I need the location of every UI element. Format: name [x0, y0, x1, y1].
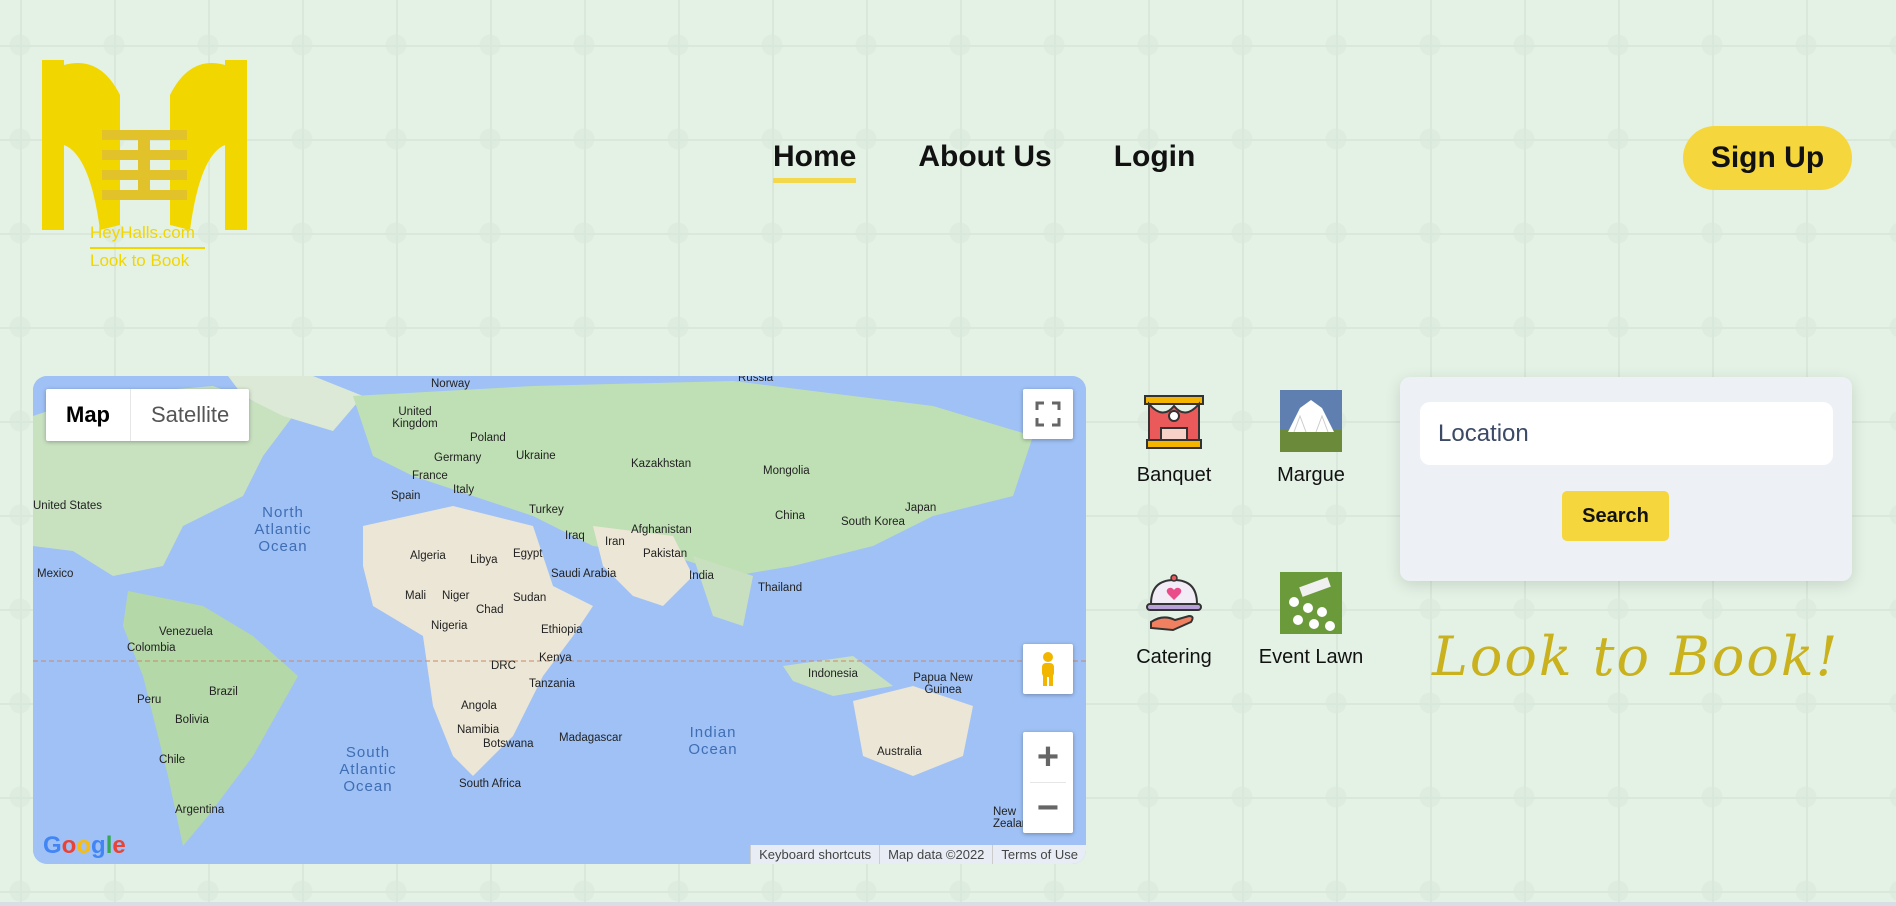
category-label: Banquet	[1136, 464, 1212, 486]
map-data-text: Map data ©2022	[879, 845, 992, 864]
map-label: Iran	[605, 536, 625, 548]
bottom-scrollbar[interactable]	[0, 902, 1896, 906]
map-label: South Korea	[841, 516, 905, 528]
map-label: Pakistan	[643, 548, 688, 560]
map-label: India	[689, 570, 714, 582]
map-label: Chad	[476, 604, 504, 616]
map-label: Japan	[905, 502, 937, 514]
category-label: Margue	[1277, 464, 1345, 486]
map-label: Bolivia	[175, 714, 209, 726]
map-label: Kazakhstan	[631, 458, 692, 470]
map-type-satellite-button[interactable]: Satellite	[131, 389, 249, 441]
map-label: Mexico	[37, 568, 74, 580]
map-label: Colombia	[127, 642, 176, 654]
map-label: Chile	[159, 754, 186, 766]
map-label: Ukraine	[516, 450, 556, 462]
ocean-label: South Atlantic Ocean	[339, 744, 397, 795]
banquet-icon	[1143, 390, 1205, 452]
map-attribution: Keyboard shortcuts Map data ©2022 Terms …	[750, 845, 1086, 864]
nav-home[interactable]: Home	[773, 140, 857, 183]
marquee-tent-icon	[1280, 390, 1342, 452]
map-label: Angola	[461, 700, 497, 712]
map-label: Egypt	[513, 548, 543, 560]
google-logo: Google	[43, 832, 126, 859]
map-label: Argentina	[175, 804, 225, 816]
map-label: Afghanistan	[631, 524, 692, 536]
map-label: Papua New Guinea	[913, 672, 973, 696]
map-label: Ethiopia	[541, 624, 583, 636]
map-label: United Kingdom	[392, 406, 438, 430]
map-label: Brazil	[209, 686, 238, 698]
map-label: Russia	[738, 376, 774, 384]
tagline: Look to Book!	[1432, 625, 1840, 688]
logo-divider	[90, 247, 205, 249]
map-label: Mali	[405, 590, 427, 602]
map-label: Spain	[391, 490, 421, 502]
map-label: Australia	[877, 746, 922, 758]
map-label: South Africa	[459, 778, 522, 790]
category-banquet[interactable]: Banquet	[1119, 390, 1229, 487]
catering-icon	[1143, 572, 1205, 634]
map-label: Italy	[453, 484, 475, 496]
logo-site-name: HeyHalls.com	[90, 223, 195, 242]
map-label: France	[412, 470, 448, 482]
google-map[interactable]: Russia Norway United Kingdom Poland Germ…	[33, 376, 1086, 864]
street-view-pegman-icon[interactable]	[1023, 644, 1073, 694]
category-event-lawn[interactable]: Event Lawn	[1256, 572, 1366, 669]
map-label: Madagascar	[559, 732, 623, 744]
fullscreen-icon[interactable]	[1023, 389, 1073, 439]
map-label: Germany	[434, 452, 482, 464]
map-label: Venezuela	[159, 626, 213, 638]
ocean-label: Indian Ocean	[688, 724, 738, 758]
map-type-map-button[interactable]: Map	[46, 389, 131, 441]
location-input[interactable]	[1420, 402, 1833, 465]
map-label: Namibia	[457, 724, 500, 736]
map-label: Peru	[137, 694, 162, 706]
map-label: Norway	[431, 378, 470, 390]
map-label: Nigeria	[431, 620, 468, 632]
zoom-in-icon[interactable]: +	[1023, 732, 1073, 782]
map-label: Saudi Arabia	[551, 568, 617, 580]
category-label: Catering	[1136, 646, 1212, 668]
map-label: Iraq	[565, 530, 585, 542]
map-label: Turkey	[529, 504, 564, 516]
main-nav: Home About Us Login	[773, 140, 1195, 183]
search-button[interactable]: Search	[1562, 491, 1669, 541]
category-catering[interactable]: Catering	[1119, 572, 1229, 669]
terms-of-use-link[interactable]: Terms of Use	[992, 845, 1086, 864]
event-lawn-icon	[1280, 572, 1342, 634]
category-label: Event Lawn	[1258, 646, 1364, 668]
world-map-graphic	[33, 376, 1086, 864]
map-label: Tanzania	[529, 678, 576, 690]
search-panel: Search	[1400, 377, 1852, 581]
map-label: United States	[33, 500, 103, 512]
map-label: Indonesia	[808, 668, 858, 680]
map-type-control: Map Satellite	[46, 389, 250, 441]
zoom-out-icon[interactable]: −	[1023, 783, 1073, 833]
map-label: Sudan	[513, 592, 547, 604]
map-label: Mongolia	[763, 465, 810, 477]
map-label: Poland	[470, 432, 506, 444]
map-label: Thailand	[758, 582, 803, 594]
map-label: DRC	[491, 660, 516, 672]
nav-login[interactable]: Login	[1114, 140, 1196, 183]
nav-about-us[interactable]: About Us	[918, 140, 1051, 183]
map-label: China	[775, 510, 806, 522]
map-label: Kenya	[539, 652, 572, 664]
map-label: Algeria	[410, 550, 446, 562]
category-margue[interactable]: Margue	[1256, 390, 1366, 487]
ocean-label: North Atlantic Ocean	[254, 504, 312, 555]
signup-button[interactable]: Sign Up	[1683, 126, 1852, 190]
zoom-control: + −	[1023, 732, 1073, 833]
map-label: Niger	[442, 590, 470, 602]
map-label: Libya	[470, 554, 498, 566]
keyboard-shortcuts-link[interactable]: Keyboard shortcuts	[750, 845, 879, 864]
map-label: Botswana	[483, 738, 534, 750]
logo-slogan: Look to Book	[90, 251, 190, 270]
